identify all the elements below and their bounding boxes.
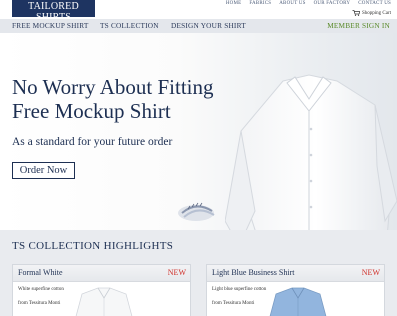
product-card-formal-white[interactable]: Formal White NEW White superfine cotton … [12, 264, 191, 316]
hero-title-line1: No Worry About Fitting [12, 75, 214, 99]
product-description: White superfine cotton [18, 287, 64, 292]
site-header: TAILORED SHIRTS HANDMADE LUXURY HOME FAB… [0, 0, 397, 27]
product-source: from Tessitura Monti [18, 301, 61, 306]
top-link-home[interactable]: HOME [226, 0, 242, 7]
member-sign-in-link[interactable]: MEMBER SIGN IN [327, 19, 390, 33]
product-name[interactable]: Light Blue Business Shirt [212, 268, 294, 277]
new-badge: NEW [361, 268, 380, 277]
main-nav: FREE MOCKUP SHIRT TS COLLECTION DESIGN Y… [0, 19, 397, 33]
blue-shirt-image [269, 287, 327, 316]
hero-subtitle: As a standard for your future order [12, 136, 173, 148]
cart-label: Shopping Cart [361, 10, 391, 16]
collection-title: TS COLLECTION HIGHLIGHTS [12, 240, 174, 252]
card-header: Formal White NEW [13, 265, 190, 282]
top-link-about-us[interactable]: ABOUT US [279, 0, 305, 7]
order-now-button[interactable]: Order Now [12, 162, 75, 179]
nav-design-your-shirt[interactable]: DESIGN YOUR SHIRT [171, 19, 246, 33]
nav-free-mockup-shirt[interactable]: FREE MOCKUP SHIRT [12, 19, 88, 33]
product-card-light-blue[interactable]: Light Blue Business Shirt NEW Light blue… [206, 264, 385, 316]
top-link-our-factory[interactable]: OUR FACTORY [314, 0, 351, 7]
hero-title-line2: Free Mockup Shirt [12, 99, 171, 123]
hero-banner: No Worry About Fitting Free Mockup Shirt… [0, 33, 397, 262]
product-source: from Tessitura Monti [212, 301, 255, 306]
hero-title: No Worry About Fitting Free Mockup Shirt [12, 75, 214, 123]
shopping-cart-link[interactable]: Shopping Cart [352, 10, 391, 16]
top-link-fabrics[interactable]: FABRICS [249, 0, 271, 7]
measuring-tape-image [178, 202, 215, 221]
product-description: Light blue superfine cotton [212, 287, 267, 292]
top-links: HOME FABRICS ABOUT US OUR FACTORY CONTAC… [226, 0, 391, 7]
site-logo[interactable]: TAILORED SHIRTS HANDMADE LUXURY [12, 0, 95, 27]
top-link-contact-us[interactable]: CONTACT US [358, 0, 391, 7]
nav-ts-collection[interactable]: TS COLLECTION [100, 19, 159, 33]
cart-icon [352, 10, 360, 16]
new-badge: NEW [167, 268, 186, 277]
product-name[interactable]: Formal White [18, 268, 63, 277]
white-shirt-image [75, 287, 133, 316]
card-header: Light Blue Business Shirt NEW [207, 265, 384, 282]
collection-section: TS COLLECTION HIGHLIGHTS Formal White NE… [0, 230, 397, 316]
